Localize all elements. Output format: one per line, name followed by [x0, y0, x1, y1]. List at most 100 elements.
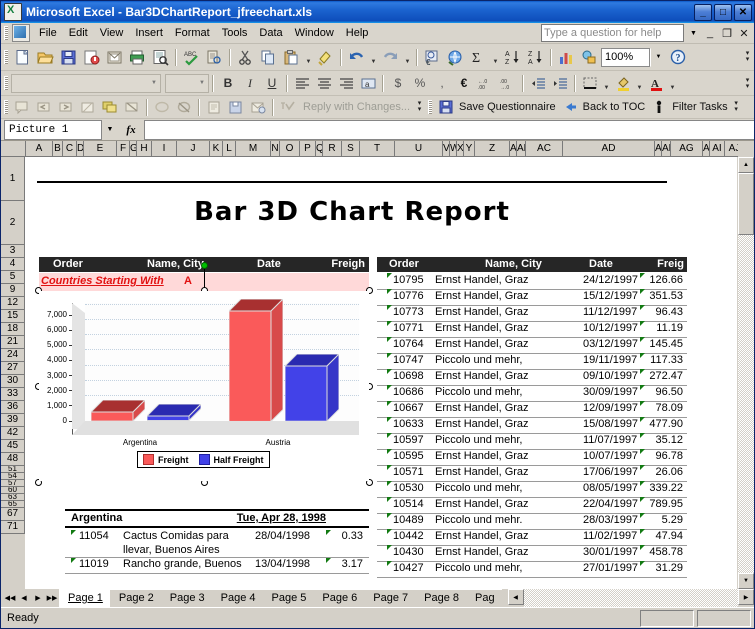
decrease-decimal-icon[interactable]: .00 →.0 [497, 73, 519, 93]
new-comment-icon[interactable] [11, 97, 33, 117]
undo-dropdown-icon[interactable]: ▼ [368, 43, 379, 71]
column-header-AC[interactable]: AC [526, 141, 563, 157]
column-header-AD[interactable]: AD [563, 141, 655, 157]
insert-hyperlink-icon[interactable]: € [421, 46, 444, 68]
filter-tasks-icon[interactable] [648, 97, 670, 117]
save-questionnaire-button[interactable]: Save Questionnaire [457, 101, 559, 113]
font-name-select[interactable]: ▼ [11, 73, 161, 93]
back-to-toc-button[interactable]: Back to TOC [581, 101, 649, 113]
fill-color-icon[interactable] [612, 73, 634, 93]
standard-toolbar-grip[interactable] [4, 50, 8, 64]
row-header-42[interactable]: 42 [1, 427, 25, 440]
increase-decimal-icon[interactable]: ←.0.00 [475, 73, 497, 93]
last-sheet-button[interactable]: ▶▶ [45, 590, 59, 606]
table-row[interactable]: 10747 Piccolo und mehr, 19/11/1997 117.33 [377, 353, 687, 370]
table-row[interactable]: 11054 Cactus Comidas para llevar, Buenos A… [65, 529, 369, 558]
formula-input[interactable] [144, 119, 754, 140]
edit-comment-icon[interactable] [77, 97, 99, 117]
formatting-toolbar-overflow-icon[interactable]: ▾ ▾ [742, 73, 753, 94]
filter-tasks-button[interactable]: Filter Tasks [670, 101, 730, 113]
column-header-AJ[interactable]: AJ [725, 141, 738, 157]
row-header-2[interactable]: 2 [1, 201, 25, 245]
document-restore-button[interactable]: ❐ [720, 26, 734, 40]
column-header-AB[interactable]: AB [517, 141, 526, 157]
sheet-tab-page-3[interactable]: Page 3 [160, 589, 217, 607]
reject-change-icon[interactable] [173, 97, 195, 117]
research-icon[interactable] [203, 46, 226, 68]
align-center-icon[interactable] [313, 73, 335, 93]
table-row[interactable]: 11019 Rancho grande, Buenos 13/04/1998 3.17 [65, 557, 369, 574]
zoom-dropdown-icon[interactable]: ▼ [650, 47, 667, 67]
next-comment-icon[interactable] [55, 97, 77, 117]
sort-descending-icon[interactable]: ZA [524, 46, 547, 68]
paste-dropdown-icon[interactable]: ▼ [303, 43, 314, 71]
column-header-F[interactable]: F [117, 141, 130, 157]
menu-format[interactable]: Format [169, 25, 216, 41]
table-row[interactable]: 10571 Ernst Handel, Graz 17/06/1997 26.06 [377, 465, 687, 482]
menu-view[interactable]: View [94, 25, 130, 41]
menu-tools[interactable]: Tools [216, 25, 254, 41]
print-preview-icon[interactable] [149, 46, 172, 68]
custom-toolbar-grip[interactable] [428, 100, 432, 114]
sheet-tab-page-5[interactable]: Page 5 [262, 589, 319, 607]
row-header-48[interactable]: 48 [1, 453, 25, 466]
sheet-tab-page-6[interactable]: Page 6 [313, 589, 370, 607]
table-row[interactable]: 10430 Ernst Handel, Graz 30/01/1997 458.78 [377, 545, 687, 562]
vertical-scroll-thumb[interactable] [738, 173, 754, 235]
table-row[interactable]: 10427 Piccolo und mehr, 27/01/1997 31.29 [377, 561, 687, 578]
comma-style-button[interactable]: , [431, 73, 453, 93]
name-box-dropdown-icon[interactable]: ▼ [102, 121, 118, 139]
decrease-indent-icon[interactable] [527, 73, 549, 93]
column-header-O[interactable]: O [280, 141, 300, 157]
scroll-right-button[interactable]: ▶ [738, 589, 754, 605]
sheet-tab-page-4[interactable]: Page 4 [211, 589, 268, 607]
format-painter-icon[interactable] [314, 46, 337, 68]
update-file-icon[interactable] [225, 97, 247, 117]
formatting-toolbar-grip[interactable] [4, 76, 8, 90]
column-header-U[interactable]: U [395, 141, 443, 157]
menu-edit[interactable]: Edit [63, 25, 94, 41]
paste-icon[interactable] [280, 46, 303, 68]
row-header-65[interactable]: 65 [1, 501, 25, 508]
help-icon[interactable]: ? [667, 46, 690, 68]
sheet-tab-page-1[interactable]: Page 1 [59, 589, 115, 607]
font-name-dropdown-icon[interactable]: ▼ [151, 80, 160, 86]
save-icon[interactable] [57, 46, 80, 68]
table-row[interactable]: 10698 Ernst Handel, Graz 09/10/1997 272.47 [377, 369, 687, 386]
vertical-scrollbar[interactable]: ▲ ▼ [737, 157, 754, 589]
minimize-button[interactable]: _ [694, 3, 712, 21]
sheet-tab-page-2[interactable]: Page 2 [109, 589, 166, 607]
row-header-30[interactable]: 30 [1, 375, 25, 388]
show-all-comments-icon[interactable] [99, 97, 121, 117]
vertical-scroll-track[interactable] [738, 235, 754, 573]
bar-half-freight-argentina[interactable] [145, 403, 203, 423]
scroll-down-button[interactable]: ▼ [738, 573, 754, 589]
fill-color-dropdown-icon[interactable]: ▼ [634, 69, 645, 97]
copy-icon[interactable] [257, 46, 280, 68]
autosum-dropdown-icon[interactable]: ▼ [490, 43, 501, 71]
document-close-button[interactable]: ✕ [737, 26, 751, 40]
column-header-C[interactable]: C [63, 141, 77, 157]
permission-icon[interactable] [80, 46, 103, 68]
row-header-12[interactable]: 12 [1, 297, 25, 310]
font-size-select[interactable]: ▼ [165, 73, 209, 93]
row-header-54[interactable]: 54 [1, 473, 25, 480]
bar-freight-argentina[interactable] [89, 398, 147, 423]
name-box[interactable]: Picture 1 [4, 119, 102, 140]
menu-grip[interactable] [4, 26, 8, 40]
row-header-18[interactable]: 18 [1, 323, 25, 336]
new-icon[interactable] [11, 46, 34, 68]
column-header-AE[interactable]: AE [655, 141, 662, 157]
select-all-corner[interactable] [1, 141, 26, 157]
column-header-AH[interactable]: AH [703, 141, 710, 157]
column-header-A[interactable]: A [26, 141, 53, 157]
sheet-tab-pag[interactable]: Pag [466, 589, 502, 607]
row-header-71[interactable]: 71 [1, 521, 25, 534]
column-header-AA[interactable]: AA [510, 141, 517, 157]
column-header-W[interactable]: W [450, 141, 457, 157]
insert-function-icon[interactable] [444, 46, 467, 68]
chart-object[interactable]: Countries Starting With A 0 1,000 2,000 … [35, 262, 373, 501]
spelling-icon[interactable]: ABC [180, 46, 203, 68]
menu-help[interactable]: Help [340, 25, 375, 41]
table-row[interactable]: 10633 Ernst Handel, Graz 15/08/1997 477.90 [377, 417, 687, 434]
